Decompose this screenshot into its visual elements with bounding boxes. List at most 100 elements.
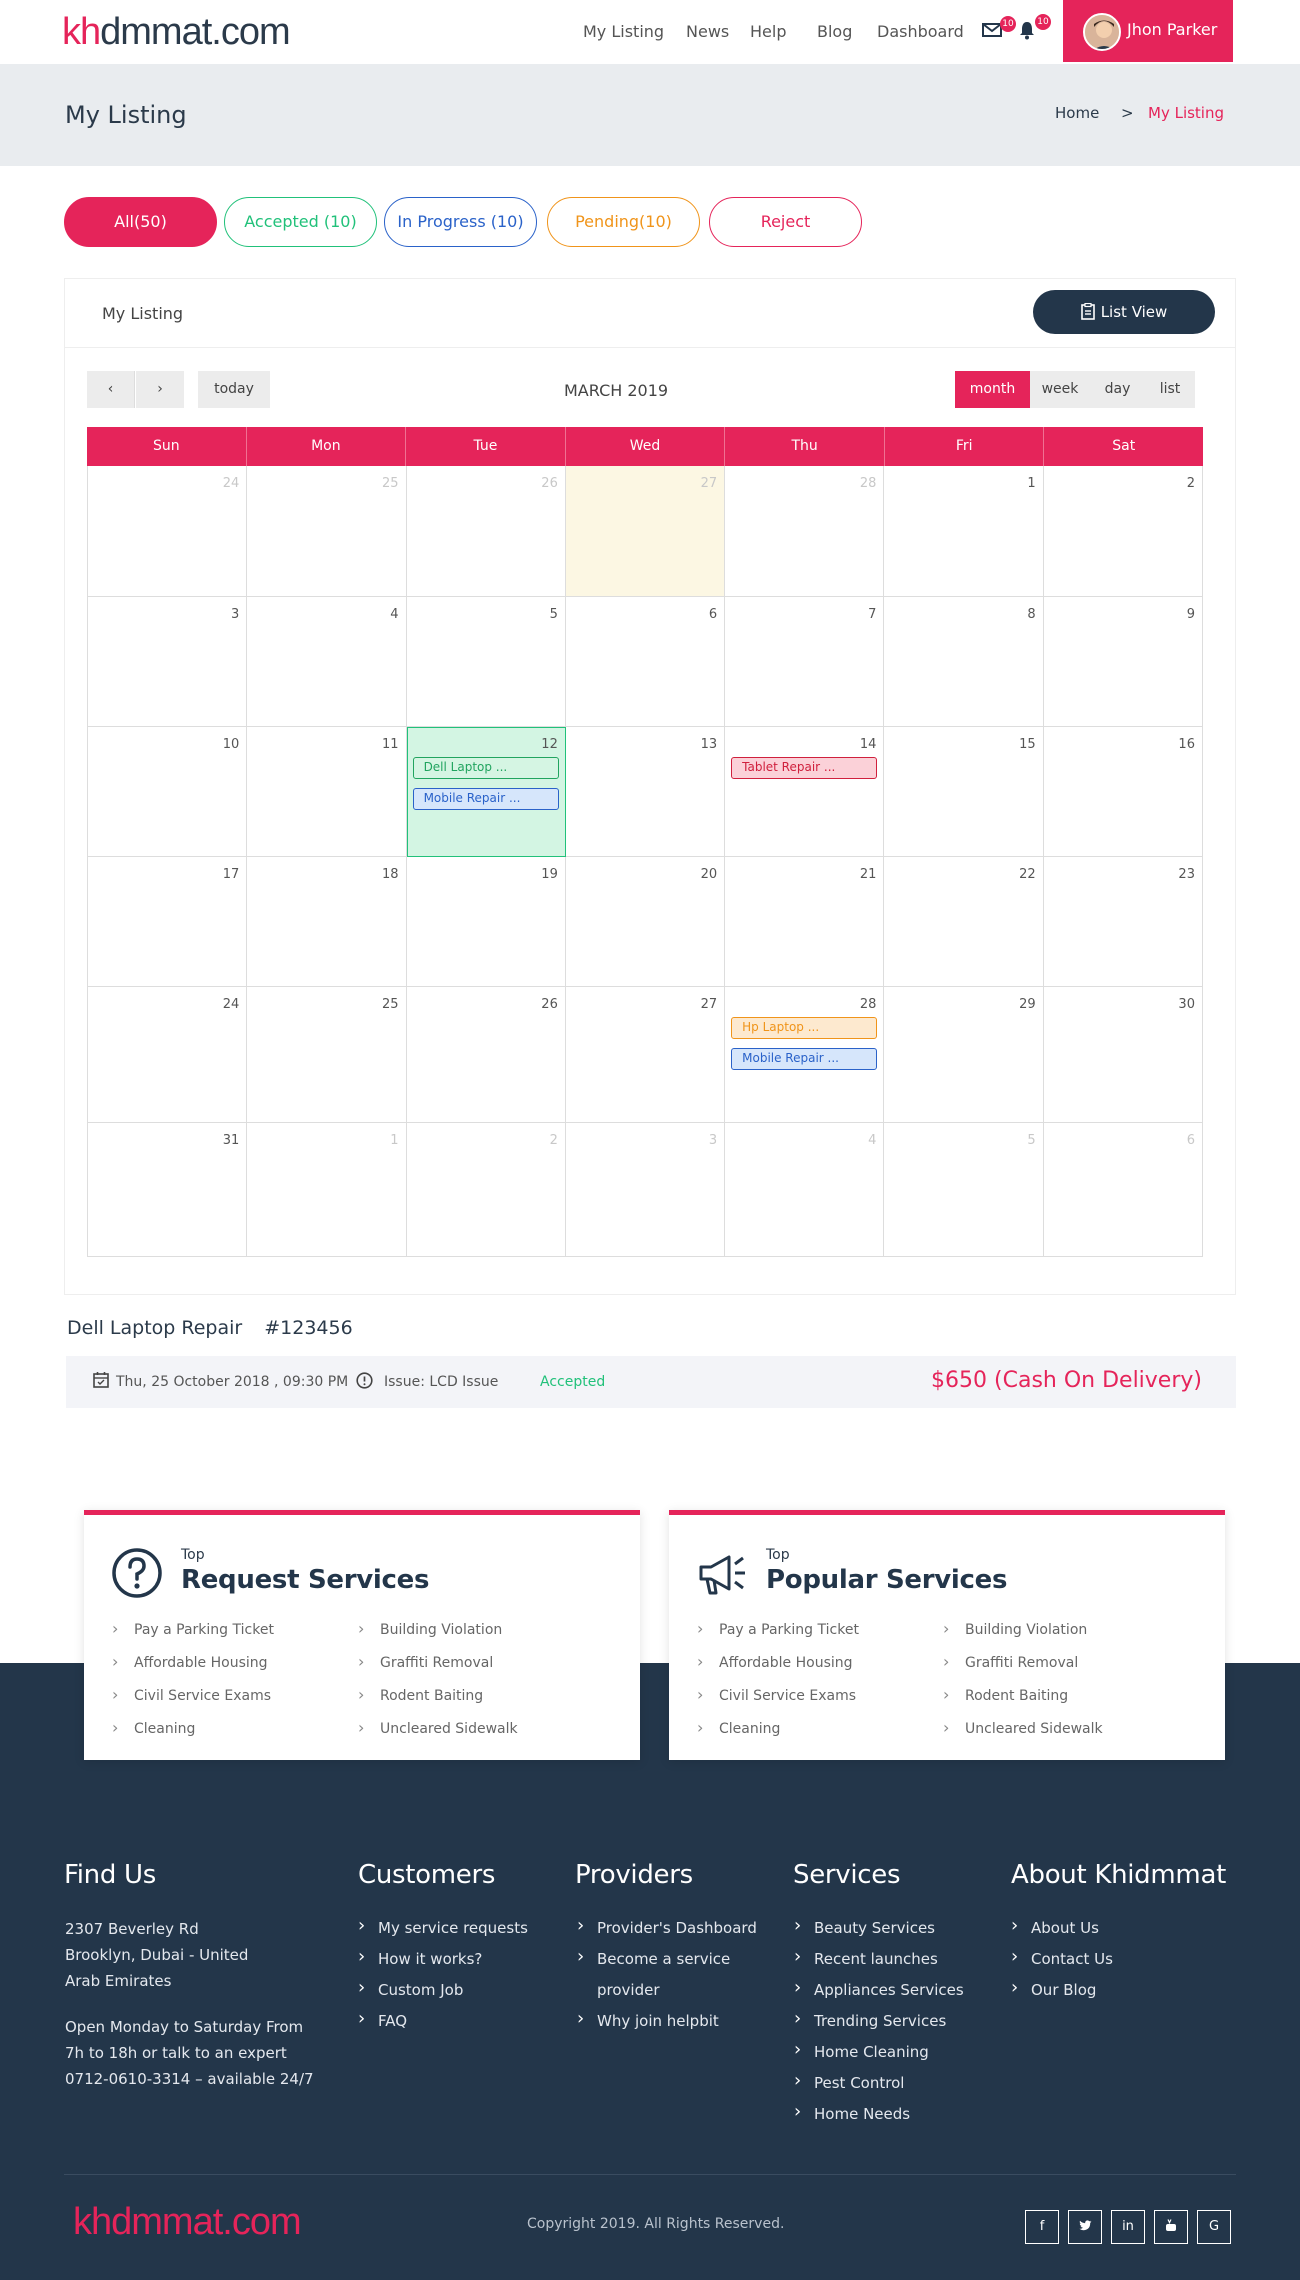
footer-link[interactable]: Provider's Dashboard bbox=[577, 1916, 757, 1949]
footer-link[interactable]: Why join helpbit bbox=[577, 2009, 757, 2042]
footer-link[interactable]: Become a service bbox=[577, 1947, 757, 1980]
calendar-day-cell[interactable]: 3 bbox=[565, 1123, 726, 1257]
service-link[interactable]: Civil Service Exams bbox=[112, 1686, 274, 1720]
footer-link[interactable]: Recent launches bbox=[794, 1947, 964, 1980]
youtube-icon[interactable] bbox=[1154, 2210, 1188, 2244]
calendar-day-cell[interactable]: 11 bbox=[247, 727, 407, 857]
calendar-day-cell[interactable]: 25 bbox=[247, 466, 407, 597]
calendar-day-cell[interactable]: 5 bbox=[884, 1123, 1044, 1257]
calendar-day-cell[interactable]: 4 bbox=[725, 1123, 885, 1257]
calendar-day-cell[interactable]: 19 bbox=[406, 857, 566, 987]
footer-link[interactable]: Contact Us bbox=[1011, 1947, 1113, 1980]
service-link[interactable]: Affordable Housing bbox=[697, 1653, 859, 1687]
calendar-day-cell[interactable]: 25 bbox=[247, 987, 407, 1123]
service-link[interactable]: Pay a Parking Ticket bbox=[697, 1620, 859, 1654]
calendar-day-cell[interactable]: 14 Tablet Repair ... bbox=[725, 727, 885, 857]
footer-link[interactable]: Beauty Services bbox=[794, 1916, 964, 1949]
footer-link[interactable]: How it works? bbox=[358, 1947, 528, 1980]
linkedin-icon[interactable]: in bbox=[1111, 2210, 1145, 2244]
calendar-event[interactable]: Hp Laptop ... bbox=[731, 1017, 878, 1039]
mail-icon[interactable]: 10 bbox=[982, 16, 1016, 46]
calendar-day-cell[interactable]: 2 bbox=[406, 1123, 566, 1257]
calendar-day-cell[interactable]: 7 bbox=[725, 597, 885, 727]
nav-help[interactable]: Help bbox=[750, 22, 786, 41]
filter-reject[interactable]: Reject bbox=[709, 197, 862, 247]
google-icon[interactable]: G bbox=[1197, 2210, 1231, 2244]
filter-in-progress[interactable]: In Progress (10) bbox=[384, 197, 537, 247]
prev-month-button[interactable]: ‹ bbox=[87, 371, 135, 408]
footer-link-continued[interactable]: provider bbox=[577, 1980, 757, 2011]
calendar-day-cell[interactable]: 3 bbox=[88, 597, 248, 727]
calendar-day-cell[interactable]: 13 bbox=[565, 727, 726, 857]
footer-link[interactable]: Home Needs bbox=[794, 2102, 964, 2135]
calendar-day-cell[interactable]: 26 bbox=[406, 466, 566, 597]
footer-link[interactable]: About Us bbox=[1011, 1916, 1113, 1949]
bell-icon[interactable]: 10 bbox=[1017, 14, 1051, 44]
nav-dashboard[interactable]: Dashboard bbox=[877, 22, 964, 41]
calendar-event[interactable]: Mobile Repair ... bbox=[412, 788, 559, 810]
calendar-day-cell[interactable]: 21 bbox=[725, 857, 885, 987]
calendar-day-cell[interactable]: 5 bbox=[406, 597, 566, 727]
list-view-button[interactable]: List View bbox=[1033, 290, 1215, 334]
calendar-day-cell[interactable]: 4 bbox=[247, 597, 407, 727]
view-month-button[interactable]: month bbox=[955, 371, 1030, 408]
filter-accepted[interactable]: Accepted (10) bbox=[224, 197, 377, 247]
calendar-day-cell[interactable]: 16 bbox=[1043, 727, 1203, 857]
calendar-day-cell[interactable]: 6 bbox=[565, 597, 726, 727]
calendar-day-cell[interactable]: 27 bbox=[565, 987, 726, 1123]
calendar-day-cell[interactable]: 30 bbox=[1043, 987, 1203, 1123]
calendar-day-cell[interactable]: 26 bbox=[406, 987, 566, 1123]
calendar-event[interactable]: Tablet Repair ... bbox=[731, 757, 878, 779]
calendar-day-cell[interactable]: 23 bbox=[1043, 857, 1203, 987]
calendar-day-cell[interactable]: 8 bbox=[884, 597, 1044, 727]
breadcrumb-home[interactable]: Home bbox=[1055, 104, 1099, 122]
service-link[interactable]: Uncleared Sidewalk bbox=[358, 1719, 518, 1753]
calendar-day-cell[interactable]: 12 Dell Laptop ... Mobile Repair ... bbox=[406, 727, 566, 857]
calendar-day-cell[interactable]: 9 bbox=[1043, 597, 1203, 727]
service-link[interactable]: Cleaning bbox=[697, 1719, 859, 1753]
calendar-day-cell[interactable]: 2 bbox=[1043, 466, 1203, 597]
nav-news[interactable]: News bbox=[686, 22, 729, 41]
filter-pending[interactable]: Pending(10) bbox=[547, 197, 700, 247]
calendar-day-cell[interactable]: 18 bbox=[247, 857, 407, 987]
calendar-day-cell[interactable]: 22 bbox=[884, 857, 1044, 987]
footer-link[interactable]: Our Blog bbox=[1011, 1978, 1113, 2011]
facebook-icon[interactable]: f bbox=[1025, 2210, 1059, 2244]
service-link[interactable]: Building Violation bbox=[943, 1620, 1103, 1654]
service-link[interactable]: Pay a Parking Ticket bbox=[112, 1620, 274, 1654]
today-button[interactable]: today bbox=[198, 371, 270, 408]
calendar-day-cell[interactable]: 28 Hp Laptop ... Mobile Repair ... bbox=[725, 987, 885, 1123]
footer-link[interactable]: My service requests bbox=[358, 1916, 528, 1949]
calendar-day-cell[interactable]: 6 bbox=[1043, 1123, 1203, 1257]
next-month-button[interactable]: › bbox=[136, 371, 184, 408]
calendar-day-cell[interactable]: 29 bbox=[884, 987, 1044, 1123]
view-day-button[interactable]: day bbox=[1090, 371, 1145, 408]
footer-link[interactable]: Custom Job bbox=[358, 1978, 528, 2011]
calendar-day-cell[interactable]: 31 bbox=[88, 1123, 248, 1257]
calendar-event[interactable]: Dell Laptop ... bbox=[412, 757, 559, 779]
footer-link[interactable]: Home Cleaning bbox=[794, 2040, 964, 2073]
footer-link[interactable]: Trending Services bbox=[794, 2009, 964, 2042]
service-link[interactable]: Graffiti Removal bbox=[943, 1653, 1103, 1687]
site-logo[interactable]: khdmmat.com bbox=[62, 10, 291, 54]
calendar-day-cell[interactable]: 10 bbox=[88, 727, 248, 857]
service-link[interactable]: Civil Service Exams bbox=[697, 1686, 859, 1720]
calendar-event[interactable]: Mobile Repair ... bbox=[731, 1048, 878, 1070]
view-list-button[interactable]: list bbox=[1145, 371, 1195, 408]
calendar-day-cell[interactable]: 1 bbox=[884, 466, 1044, 597]
calendar-day-cell[interactable]: 15 bbox=[884, 727, 1044, 857]
service-link[interactable]: Cleaning bbox=[112, 1719, 274, 1753]
service-link[interactable]: Rodent Baiting bbox=[358, 1686, 518, 1720]
service-link[interactable]: Graffiti Removal bbox=[358, 1653, 518, 1687]
service-link[interactable]: Affordable Housing bbox=[112, 1653, 274, 1687]
footer-logo[interactable]: khdmmat.com bbox=[73, 2200, 302, 2244]
twitter-icon[interactable] bbox=[1068, 2210, 1102, 2244]
nav-my-listing[interactable]: My Listing bbox=[583, 22, 664, 41]
service-link[interactable]: Building Violation bbox=[358, 1620, 518, 1654]
footer-link[interactable]: Pest Control bbox=[794, 2071, 964, 2104]
calendar-day-cell[interactable]: 20 bbox=[565, 857, 726, 987]
user-menu[interactable]: Jhon Parker bbox=[1063, 0, 1233, 62]
calendar-day-cell[interactable]: 28 bbox=[725, 466, 885, 597]
service-link[interactable]: Uncleared Sidewalk bbox=[943, 1719, 1103, 1753]
service-link[interactable]: Rodent Baiting bbox=[943, 1686, 1103, 1720]
